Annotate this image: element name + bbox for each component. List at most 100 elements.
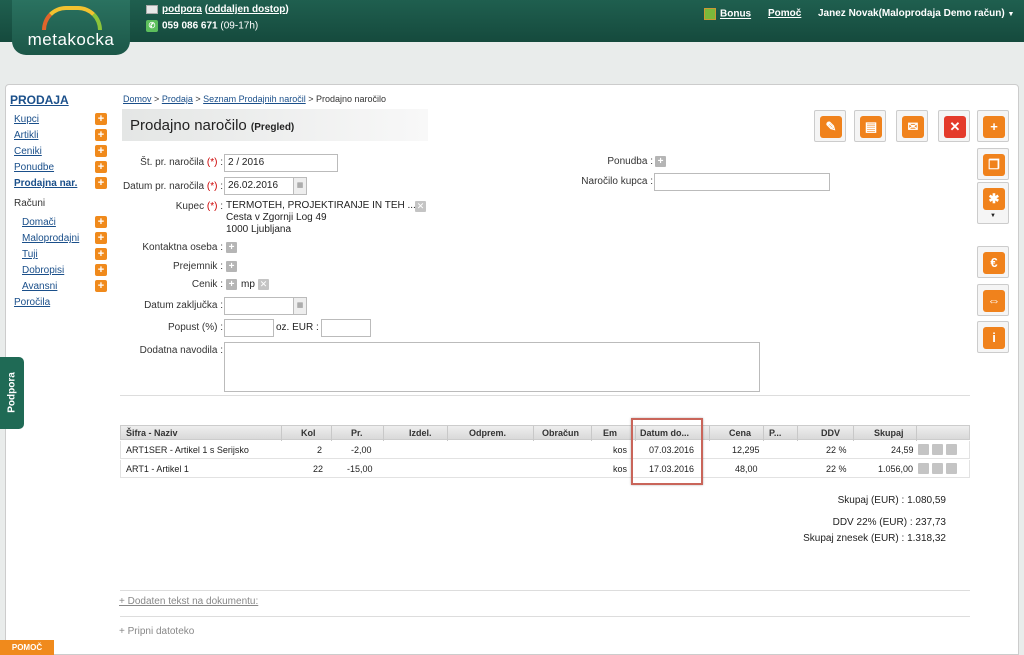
top-bar: metakocka podpora (oddaljen dostop) ✆ 059… [0,0,1024,55]
sidebar-item-kupci[interactable]: Kupci [14,114,39,125]
col-header[interactable]: Odprem. [469,428,506,438]
mail-icon [146,4,158,14]
cell-ddv: 22 % [826,464,847,474]
add-button[interactable]: + [977,110,1009,142]
delete-row-icon[interactable] [918,463,929,474]
breadcrumb-list[interactable]: Seznam Prodajnih naročil [203,94,306,104]
add-prodajna-nar-icon[interactable]: + [95,177,107,189]
sidebar-item-porocila[interactable]: Poročila [14,297,50,308]
remote-access-link[interactable]: oddaljen dostop [208,4,285,15]
add-artikli-icon[interactable]: + [95,129,107,141]
euro-button[interactable]: € [977,246,1009,278]
print-button[interactable]: ▤ [854,110,886,142]
delete-row-icon[interactable] [918,444,929,455]
podpora-tab[interactable]: Podpora [0,357,24,429]
col-header[interactable]: DDV [821,428,840,438]
add-price-list-icon[interactable]: + [226,279,237,290]
col-sep [797,426,798,441]
copy-row-icon[interactable] [932,463,943,474]
page-mode: (Pregled) [250,122,295,133]
calendar-icon[interactable]: ▦ [293,297,307,315]
sidebar-item-tuji[interactable]: Tuji [22,249,38,260]
table-row[interactable]: ART1 - Artikel 1 22 -15,00 kos 17.03.201… [120,460,970,478]
col-header[interactable]: Em [603,428,617,438]
sidebar-item-prodajna-nar[interactable]: Prodajna nar. [14,178,77,189]
col-sep [383,426,384,441]
pencil-icon: ✎ [820,116,842,138]
col-header[interactable]: Pr. [351,428,363,438]
split-button[interactable]: ⇔ [977,284,1009,316]
attach-file-link[interactable]: + Pripni datoteko [119,626,194,637]
add-maloprodajni-icon[interactable]: + [95,232,107,244]
main-panel: PRODAJA Kupci Artikli Ceniki Ponudbe Pro… [5,84,1019,655]
add-avansni-icon[interactable]: + [95,280,107,292]
cell-ddv: 22 % [826,445,847,455]
total-value: 1.318,32 [907,533,946,544]
cell-em: kos [613,445,628,455]
add-contact-icon[interactable]: + [226,242,237,253]
customer-label: Kupec (*) : [175,201,223,212]
sidebar-item-ceniki[interactable]: Ceniki [14,146,42,157]
edit-button[interactable]: ✎ [814,110,846,142]
sidebar-item-dobropisi[interactable]: Dobropisi [22,265,64,276]
divider [120,616,970,617]
col-header[interactable]: Cena [729,428,751,438]
added-text-link[interactable]: + Dodaten tekst na dokumentu: [119,596,258,607]
add-dobropisi-icon[interactable]: + [95,264,107,276]
support-link[interactable]: podpora [162,4,202,15]
sidebar-item-domaci[interactable]: Domači [22,217,56,228]
info-button[interactable]: i [977,321,1009,353]
add-offer-icon[interactable]: + [655,156,666,167]
add-domaci-icon[interactable]: + [95,216,107,228]
add-tuji-icon[interactable]: + [95,248,107,260]
breadcrumb-sales[interactable]: Prodaja [162,94,193,104]
bonus-link[interactable]: Bonus [720,9,751,20]
col-header[interactable]: P... [769,428,781,438]
copy-button[interactable]: ❐ [977,148,1009,180]
delete-button[interactable]: ✕ [938,110,970,142]
col-header[interactable]: Obračun [542,428,579,438]
notes-textarea[interactable] [224,342,760,392]
move-row-icon[interactable] [946,463,957,474]
col-header[interactable]: Kol [301,428,316,438]
calendar-icon[interactable]: ▦ [293,177,307,195]
customer-order-field[interactable] [654,173,830,191]
order-date-field[interactable]: 26.02.2016 [224,177,294,195]
sidebar-item-ponudbe[interactable]: Ponudbe [14,162,54,173]
col-sep [591,426,592,441]
add-receiver-icon[interactable]: + [226,261,237,272]
settings-button[interactable]: ✱ ▼ [977,182,1009,224]
sidebar-title[interactable]: PRODAJA [10,93,69,107]
price-list-value: mp [241,279,255,290]
table-row[interactable]: ART1SER - Artikel 1 s Serijsko 2 -2,00 k… [120,441,970,459]
remove-price-list-icon[interactable]: ✕ [258,279,269,290]
divider [120,590,970,591]
breadcrumb-home[interactable]: Domov [123,94,152,104]
printer-icon: ▤ [860,116,882,138]
sidebar-item-maloprodajni[interactable]: Maloprodajni [22,233,79,244]
col-header[interactable]: Šifra - Naziv [126,428,178,438]
discount-eur-field[interactable] [321,319,371,337]
logo[interactable]: metakocka [12,0,130,55]
date-column-highlight [631,418,703,485]
remove-customer-icon[interactable]: ✕ [415,201,426,212]
cell-name: ART1 - Artikel 1 [126,464,189,474]
discount-percent-field[interactable] [224,319,274,337]
sidebar-item-avansni[interactable]: Avansni [22,281,57,292]
logo-text: metakocka [27,30,115,49]
help-link[interactable]: Pomoč [768,8,801,19]
move-row-icon[interactable] [946,444,957,455]
email-button[interactable]: ✉ [896,110,928,142]
close-date-field[interactable] [224,297,294,315]
sidebar-item-artikli[interactable]: Artikli [14,130,38,141]
col-header[interactable]: Izdel. [409,428,432,438]
col-header[interactable]: Skupaj [874,428,904,438]
add-ceniki-icon[interactable]: + [95,145,107,157]
add-kupci-icon[interactable]: + [95,113,107,125]
copy-row-icon[interactable] [932,444,943,455]
customer-order-label: Naročilo kupca : [581,176,653,187]
pomoc-button[interactable]: POMOČ [0,640,54,655]
add-ponudbe-icon[interactable]: + [95,161,107,173]
user-menu[interactable]: Janez Novak(Maloprodaja Demo račun) ▼ [818,8,1014,19]
order-no-field[interactable]: 2 / 2016 [224,154,338,172]
